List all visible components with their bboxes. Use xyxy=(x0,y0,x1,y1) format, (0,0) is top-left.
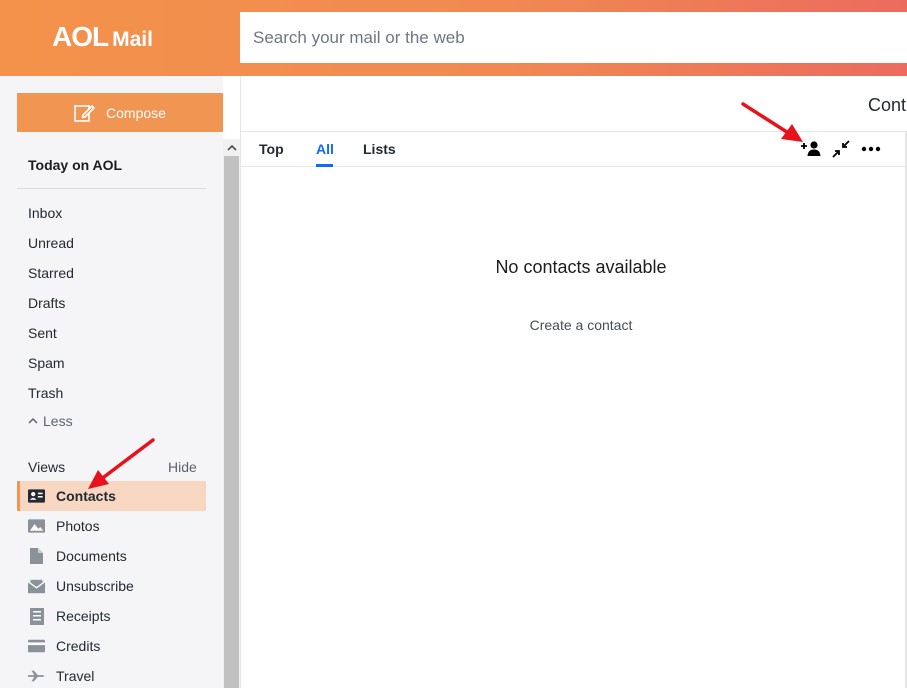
view-label: Documents xyxy=(56,548,127,564)
view-label: Unsubscribe xyxy=(56,578,134,594)
credit-card-icon xyxy=(28,638,45,655)
folder-sent[interactable]: Sent xyxy=(28,325,57,341)
view-contacts[interactable]: Contacts xyxy=(17,481,206,511)
view-photos[interactable]: Photos xyxy=(17,511,206,541)
view-label: Travel xyxy=(56,668,95,684)
compose-button[interactable]: Compose xyxy=(17,93,223,132)
sidebar-divider xyxy=(17,188,206,189)
less-label: Less xyxy=(43,413,73,429)
folder-trash[interactable]: Trash xyxy=(28,385,63,401)
aol-mail-logo[interactable]: AOL Mail xyxy=(52,21,153,53)
contacts-panel: Cont Top All Lists No contacts available… xyxy=(240,76,907,688)
sidebar-scrollbar[interactable] xyxy=(223,139,240,688)
add-contact-icon[interactable] xyxy=(801,139,821,159)
today-on-aol-link[interactable]: Today on AOL xyxy=(28,157,122,173)
folder-starred[interactable]: Starred xyxy=(28,265,74,281)
receipt-icon xyxy=(28,607,45,625)
active-tab-indicator xyxy=(316,164,333,167)
view-documents[interactable]: Documents xyxy=(17,541,206,571)
photos-icon xyxy=(28,518,45,535)
view-label: Photos xyxy=(56,518,100,534)
views-heading: Views xyxy=(28,459,66,475)
scroll-thumb[interactable] xyxy=(224,156,239,688)
contacts-card-icon xyxy=(28,488,45,505)
tab-top[interactable]: Top xyxy=(259,141,284,157)
view-credits[interactable]: Credits xyxy=(17,631,206,661)
contacts-tabs-bar: Top All Lists xyxy=(241,131,907,167)
document-icon xyxy=(28,548,45,565)
tab-all[interactable]: All xyxy=(316,141,334,157)
app-header: AOL Mail xyxy=(0,0,907,76)
compose-label: Compose xyxy=(106,104,166,121)
unsubscribe-icon xyxy=(28,578,45,595)
hide-views-button[interactable]: Hide xyxy=(168,459,197,475)
view-receipts[interactable]: Receipts xyxy=(17,601,206,631)
scroll-up-arrow-icon[interactable] xyxy=(223,139,240,156)
folder-inbox[interactable]: Inbox xyxy=(28,205,62,221)
folder-unread[interactable]: Unread xyxy=(28,235,74,251)
logo-mail-text: Mail xyxy=(112,28,153,51)
view-label: Contacts xyxy=(56,488,116,504)
panel-title: Cont xyxy=(868,95,907,115)
airplane-icon xyxy=(28,668,45,685)
less-toggle[interactable]: Less xyxy=(28,413,73,429)
empty-state-title: No contacts available xyxy=(495,257,667,277)
compose-pencil-icon xyxy=(74,104,95,122)
view-unsubscribe[interactable]: Unsubscribe xyxy=(17,571,206,601)
tab-lists[interactable]: Lists xyxy=(363,141,396,157)
folder-spam[interactable]: Spam xyxy=(28,355,65,371)
more-options-icon[interactable] xyxy=(861,139,881,159)
logo-aol-text: AOL xyxy=(52,21,109,52)
view-label: Credits xyxy=(56,638,101,654)
create-contact-link[interactable]: Create a contact xyxy=(241,317,907,333)
search-input[interactable] xyxy=(240,12,907,63)
sidebar: Compose Today on AOL Inbox Unread Starre… xyxy=(0,76,223,688)
collapse-icon[interactable] xyxy=(831,139,851,159)
view-label: Receipts xyxy=(56,608,111,624)
view-travel[interactable]: Travel xyxy=(17,661,206,688)
chevron-up-icon xyxy=(28,417,38,424)
folder-drafts[interactable]: Drafts xyxy=(28,295,65,311)
